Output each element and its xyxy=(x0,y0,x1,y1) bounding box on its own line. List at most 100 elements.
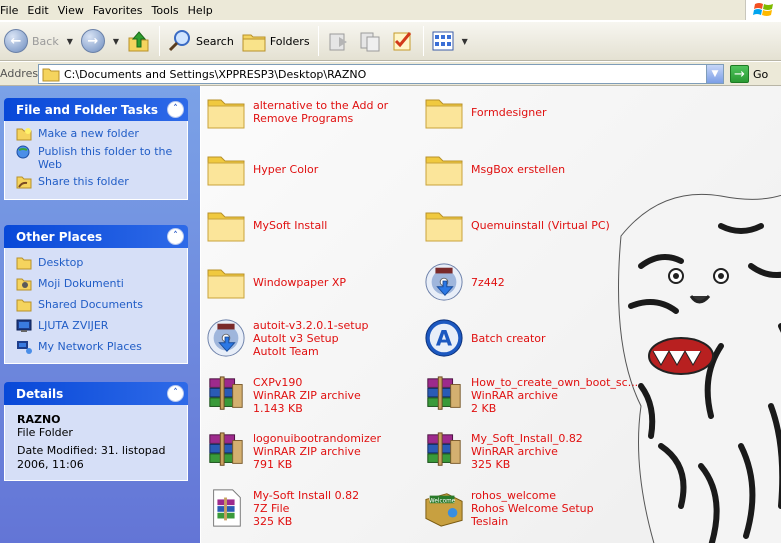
folder-icon xyxy=(16,299,32,312)
file-item-text: logonuibootrandomizer WinRAR ZIP archive 7… xyxy=(253,432,381,471)
file-item[interactable]: MySoft Install xyxy=(205,204,420,246)
collapse-chevron-icon[interactable]: ˄ xyxy=(167,228,184,245)
folders-label: Folders xyxy=(269,34,310,48)
collapse-chevron-icon[interactable]: ˄ xyxy=(167,101,184,118)
views-dropdown-icon[interactable]: ▼ xyxy=(462,37,468,46)
back-button[interactable]: ← Back xyxy=(0,24,63,58)
7z-file-icon xyxy=(205,487,247,529)
menu-edit[interactable]: Edit xyxy=(27,4,57,17)
details-panel: Details ˄ RAZNO File Folder Date Modifie… xyxy=(4,382,188,481)
file-name: autoit-v3.2.0.1-setup xyxy=(253,318,369,332)
search-button[interactable]: Search xyxy=(164,24,238,58)
file-name: 7z442 xyxy=(471,275,505,289)
file-name: Batch creator xyxy=(471,331,546,345)
go-arrow-icon: → xyxy=(730,65,749,83)
file-item[interactable]: My-Soft Install 0.82 7Z File 325 KB xyxy=(205,487,420,529)
toolbar-separator xyxy=(317,26,319,56)
file-item-text: MsgBox erstellen xyxy=(471,163,565,176)
file-item[interactable]: A Batch creator xyxy=(423,317,638,359)
file-meta: AutoIt v3 Setup xyxy=(253,331,339,345)
move-to-button[interactable] xyxy=(323,24,355,58)
task-pane: File and Folder Tasks ˄ Make a new folde… xyxy=(0,86,200,543)
file-item[interactable]: My_Soft_Install_0.82 WinRAR archive 325 KB xyxy=(423,430,638,472)
place-label: LJUTA ZVIJER xyxy=(38,319,109,332)
file-meta: 7Z File xyxy=(253,501,290,515)
file-item[interactable]: Formdesigner xyxy=(423,91,638,133)
move-to-icon xyxy=(329,33,347,51)
forward-button[interactable]: → xyxy=(77,24,109,58)
back-dropdown-icon[interactable]: ▼ xyxy=(67,37,73,46)
panel-header[interactable]: Details ˄ xyxy=(4,382,188,405)
file-item-text: How_to_create_own_boot_sc... WinRAR archi… xyxy=(471,376,638,415)
address-path: C:\Documents and Settings\XPPRESP3\Deskt… xyxy=(64,67,367,81)
file-item[interactable]: Welcome rohos_welcome Rohos Welcome Setup T… xyxy=(423,487,638,529)
file-item[interactable]: Quemuinstall (Virtual PC) xyxy=(423,204,638,246)
place-label: Shared Documents xyxy=(38,298,143,311)
menu-favorites[interactable]: Favorites xyxy=(93,4,152,17)
file-item[interactable]: How_to_create_own_boot_sc... WinRAR archi… xyxy=(423,374,638,416)
menu-view[interactable]: View xyxy=(58,4,93,17)
file-name: How_to_create_own_boot_sc... xyxy=(471,375,639,389)
installer-cd-icon xyxy=(205,317,247,359)
svg-text:A: A xyxy=(436,327,453,351)
place-label: Moji Dokumenti xyxy=(38,277,124,290)
file-item[interactable]: 7z442 xyxy=(423,261,638,303)
installer-cd-icon xyxy=(423,261,465,303)
file-item-text: My-Soft Install 0.82 7Z File 325 KB xyxy=(253,489,359,528)
address-input[interactable]: C:\Documents and Settings\XPPRESP3\Deskt… xyxy=(38,64,724,84)
file-meta: 325 KB xyxy=(253,514,293,528)
panel-header[interactable]: File and Folder Tasks ˄ xyxy=(4,98,188,121)
views-button[interactable] xyxy=(428,24,458,58)
task-label: Make a new folder xyxy=(38,127,139,140)
file-meta: Rohos Welcome Setup xyxy=(471,501,594,515)
menu-bar: File Edit View Favorites Tools Help xyxy=(0,0,781,20)
file-meta: WinRAR ZIP archive xyxy=(253,388,361,402)
panel-header[interactable]: Other Places ˄ xyxy=(4,225,188,248)
file-item-text: Batch creator xyxy=(471,332,546,345)
file-item[interactable]: MsgBox erstellen xyxy=(423,148,638,190)
file-item[interactable]: logonuibootrandomizer WinRAR ZIP archive 7… xyxy=(205,430,420,472)
panel-body: Desktop Moji Dokumenti Shared Documents … xyxy=(4,248,188,364)
go-button[interactable]: → Go xyxy=(730,65,768,83)
back-label: Back xyxy=(32,34,59,48)
menu-help[interactable]: Help xyxy=(188,4,222,17)
place-ljuta-zvijer[interactable]: LJUTA ZVIJER xyxy=(16,319,179,333)
place-my-network-places[interactable]: My Network Places xyxy=(16,340,179,354)
place-shared-documents[interactable]: Shared Documents xyxy=(16,298,179,312)
file-item-text: My_Soft_Install_0.82 WinRAR archive 325 KB xyxy=(471,432,583,471)
address-label: Address xyxy=(0,67,44,80)
file-item[interactable]: Windowpaper XP xyxy=(205,261,420,303)
file-item[interactable]: Hyper Color xyxy=(205,148,420,190)
file-name: CXPv190 xyxy=(253,375,303,389)
folders-icon xyxy=(242,34,266,52)
undo-button[interactable] xyxy=(387,24,419,58)
file-item[interactable]: autoit-v3.2.0.1-setup AutoIt v3 Setup Auto… xyxy=(205,317,420,359)
collapse-chevron-icon[interactable]: ˄ xyxy=(167,385,184,402)
copy-to-button[interactable] xyxy=(355,24,387,58)
address-dropdown-icon[interactable]: ▼ xyxy=(706,65,723,83)
windows-logo-icon xyxy=(745,0,781,20)
task-share-folder[interactable]: Share this folder xyxy=(16,175,179,189)
menu-file[interactable]: File xyxy=(0,4,27,17)
file-name: My-Soft Install 0.82 xyxy=(253,488,360,502)
task-make-new-folder[interactable]: Make a new folder xyxy=(16,127,179,141)
folder-icon xyxy=(205,204,247,246)
file-folder-tasks-panel: File and Folder Tasks ˄ Make a new folde… xyxy=(4,98,188,200)
file-name: MySoft Install xyxy=(253,218,328,232)
file-name: rohos_welcome xyxy=(471,488,557,502)
toolbar-separator xyxy=(422,26,424,56)
folders-button[interactable]: Folders xyxy=(238,24,314,58)
menu-tools[interactable]: Tools xyxy=(152,4,188,17)
file-name: Windowpaper XP xyxy=(253,275,347,289)
forward-arrow-icon: → xyxy=(80,29,105,53)
search-icon xyxy=(168,30,191,52)
file-meta: 325 KB xyxy=(471,457,511,471)
place-moji-dokumenti[interactable]: Moji Dokumenti xyxy=(16,277,179,291)
place-desktop[interactable]: Desktop xyxy=(16,256,179,270)
file-item[interactable]: CXPv190 WinRAR ZIP archive 1.143 KB xyxy=(205,374,420,416)
file-meta: Teslain xyxy=(471,514,509,528)
forward-dropdown-icon[interactable]: ▼ xyxy=(113,37,119,46)
file-item[interactable]: alternative to the Add or Remove Programs xyxy=(205,91,420,133)
task-publish-web[interactable]: Publish this folder to the Web xyxy=(16,145,179,171)
up-folder-button[interactable] xyxy=(123,24,155,58)
